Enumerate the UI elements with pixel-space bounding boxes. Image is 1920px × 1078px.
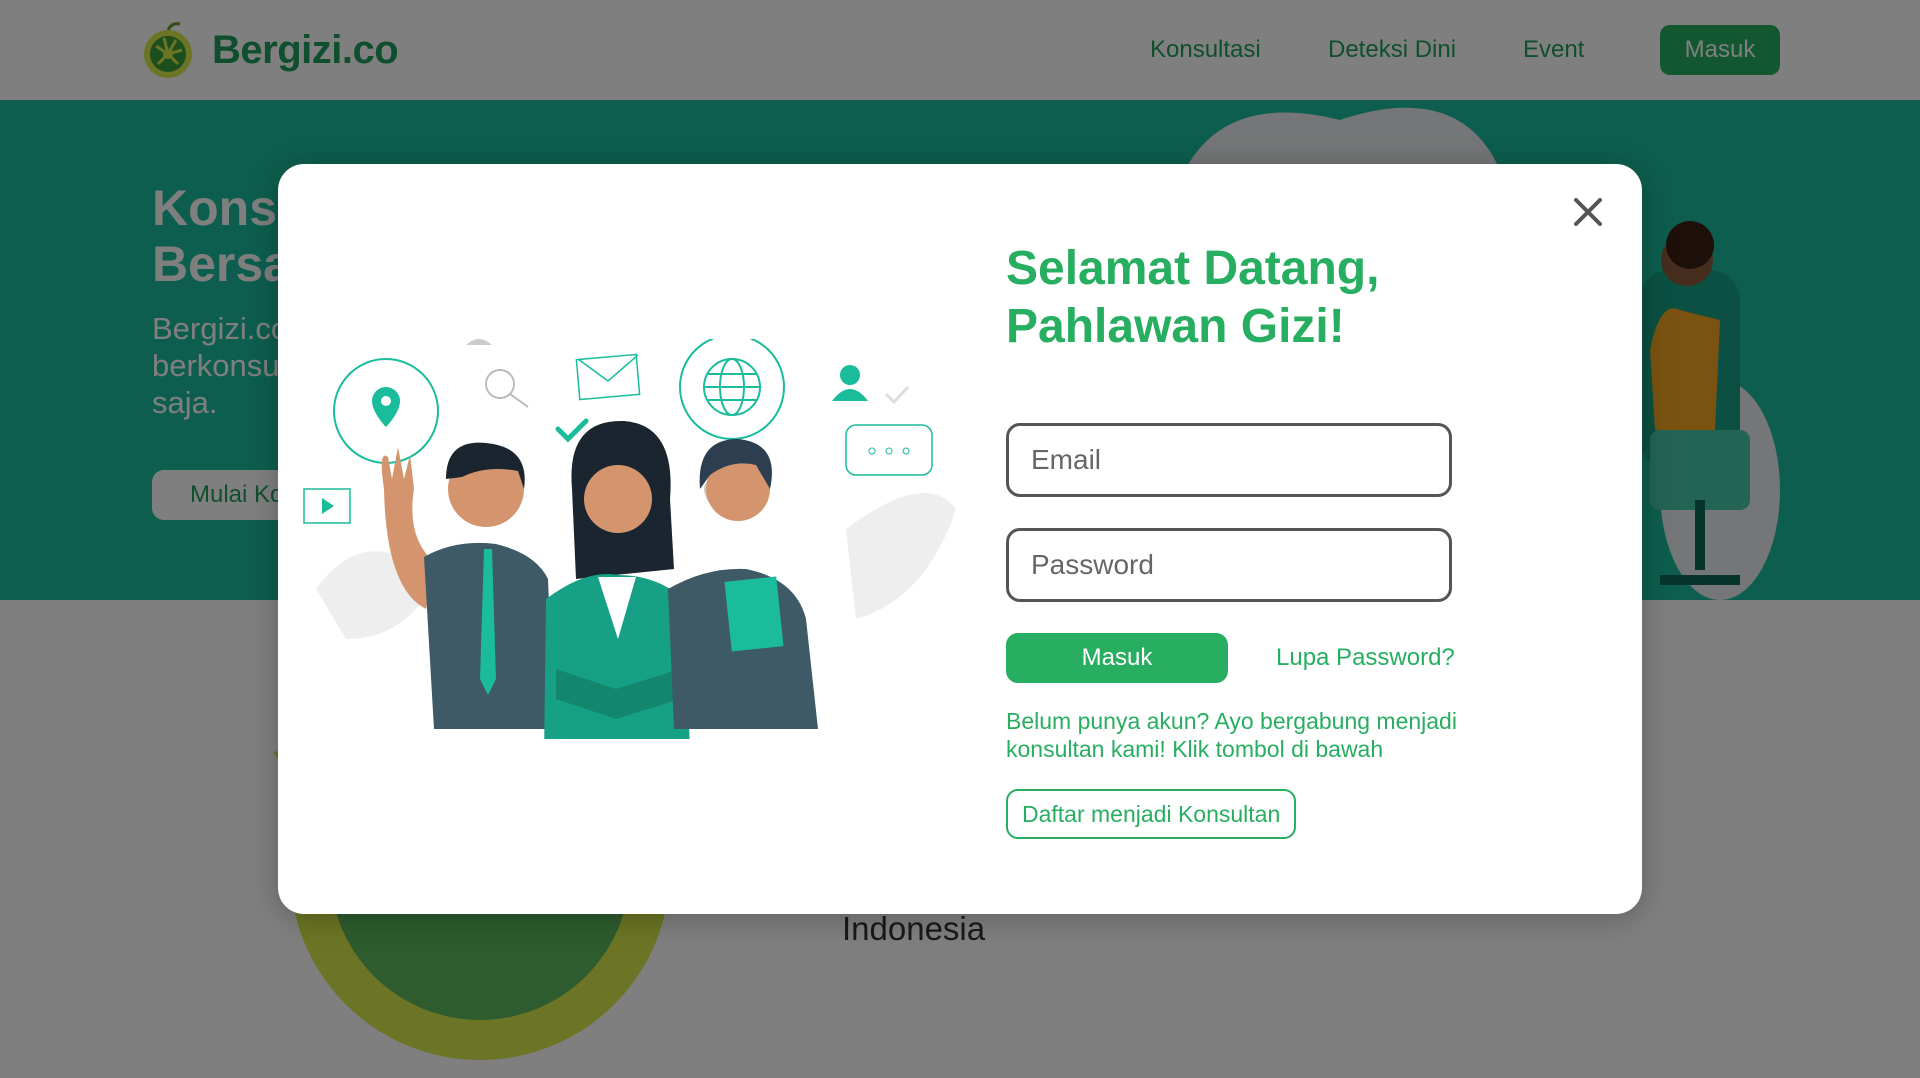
user-icon: [466, 339, 492, 345]
close-icon[interactable]: [1566, 190, 1610, 234]
search-icon: [485, 369, 529, 408]
login-submit-button[interactable]: Masuk: [1006, 633, 1228, 683]
woman-center-figure: [544, 420, 690, 739]
user-green-icon: [832, 365, 868, 401]
location-bubble-icon: [333, 358, 439, 464]
team-illustration: [303, 339, 956, 739]
email-field[interactable]: [1006, 423, 1452, 497]
woman-right-figure: [668, 439, 818, 729]
mail-icon: [575, 353, 641, 401]
signup-prompt: Belum punya akun? Ayo bergabung menjadi …: [1006, 708, 1457, 762]
chat-bubble-icon: [845, 424, 933, 476]
globe-bubble-icon: [679, 339, 785, 440]
modal-title: Selamat Datang, Pahlawan Gizi!: [1006, 242, 1380, 353]
login-modal: Selamat Datang, Pahlawan Gizi! Masuk Lup…: [278, 164, 1642, 914]
man-figure: [381, 442, 554, 729]
forgot-password-link[interactable]: Lupa Password?: [1276, 644, 1455, 672]
password-field[interactable]: [1006, 528, 1452, 602]
register-consultant-button[interactable]: Daftar menjadi Konsultan: [1006, 789, 1297, 839]
video-icon: [303, 488, 351, 524]
check-icon: [555, 418, 589, 443]
